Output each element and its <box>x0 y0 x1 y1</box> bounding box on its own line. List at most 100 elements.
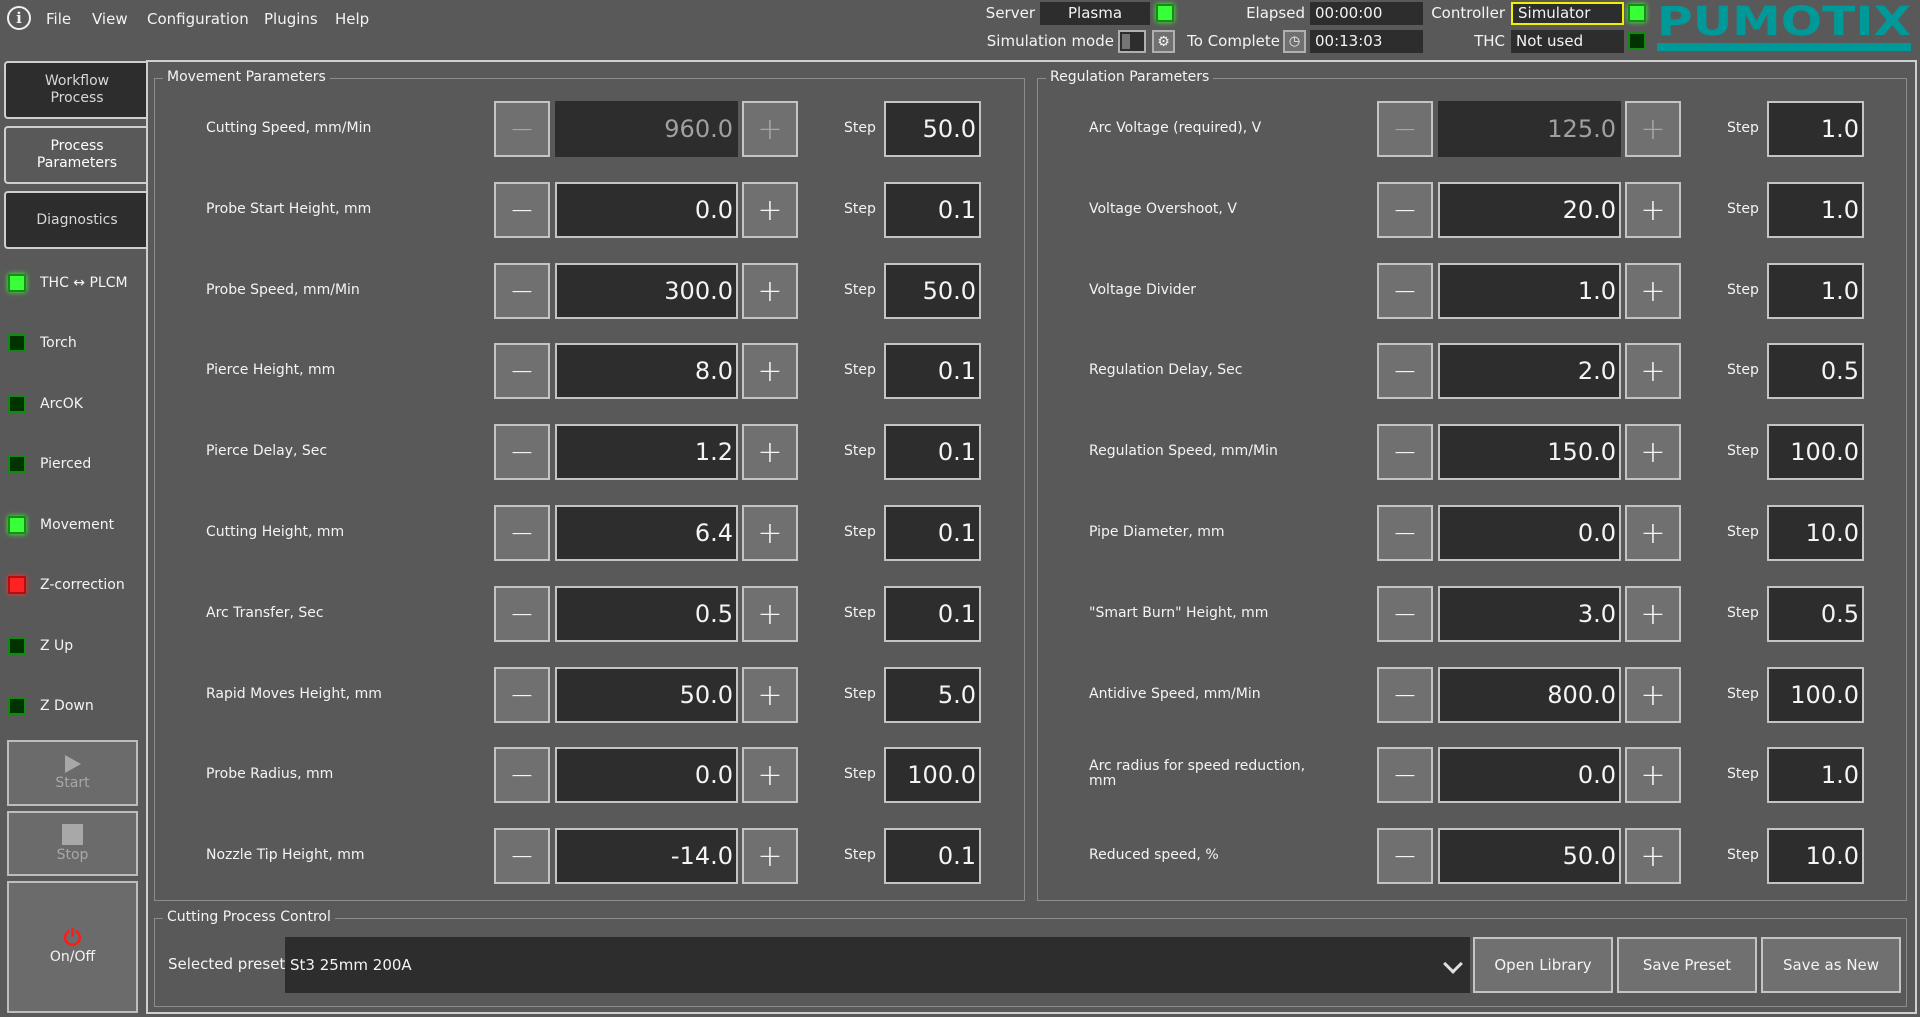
decrement-button[interactable]: − <box>494 424 550 480</box>
param-value-field[interactable]: 0.5 <box>555 586 738 642</box>
increment-button[interactable]: + <box>1625 101 1681 157</box>
param-value-field[interactable]: 0.0 <box>555 747 738 803</box>
menu-plugins[interactable]: Plugins <box>264 10 318 28</box>
param-value-field[interactable]: 800.0 <box>1438 667 1621 723</box>
param-value-field[interactable]: 3.0 <box>1438 586 1621 642</box>
param-value-field[interactable]: -14.0 <box>555 828 738 884</box>
param-value-field[interactable]: 2.0 <box>1438 343 1621 399</box>
increment-button[interactable]: + <box>1625 343 1681 399</box>
decrement-button[interactable]: − <box>1377 101 1433 157</box>
save-as-new-button[interactable]: Save as New <box>1761 937 1901 993</box>
increment-button[interactable]: + <box>1625 828 1681 884</box>
preset-dropdown[interactable]: St3 25mm 200A <box>285 937 1470 993</box>
param-value-field[interactable]: 50.0 <box>1438 828 1621 884</box>
param-value-field[interactable]: 1.0 <box>1438 263 1621 319</box>
decrement-button[interactable]: − <box>1377 424 1433 480</box>
open-library-button[interactable]: Open Library <box>1473 937 1613 993</box>
step-value-field[interactable]: 0.1 <box>884 424 981 480</box>
step-value-field[interactable]: 0.1 <box>884 828 981 884</box>
step-value-field[interactable]: 0.5 <box>1767 343 1864 399</box>
step-value-field[interactable]: 50.0 <box>884 263 981 319</box>
step-value-field[interactable]: 0.1 <box>884 343 981 399</box>
step-label: Step <box>1727 686 1759 702</box>
stop-button[interactable]: Stop <box>7 811 138 876</box>
increment-button[interactable]: + <box>1625 182 1681 238</box>
param-value-field[interactable]: 6.4 <box>555 505 738 561</box>
gear-icon[interactable]: ⚙ <box>1152 30 1175 53</box>
decrement-button[interactable]: − <box>1377 505 1433 561</box>
decrement-button[interactable]: − <box>494 343 550 399</box>
decrement-button[interactable]: − <box>1377 828 1433 884</box>
tab-workflow-process[interactable]: Workflow Process <box>4 61 148 119</box>
decrement-button[interactable]: − <box>1377 586 1433 642</box>
increment-button[interactable]: + <box>742 424 798 480</box>
step-value-field[interactable]: 1.0 <box>1767 263 1864 319</box>
increment-button[interactable]: + <box>1625 263 1681 319</box>
decrement-button[interactable]: − <box>494 828 550 884</box>
step-value-field[interactable]: 50.0 <box>884 101 981 157</box>
step-value-field[interactable]: 0.1 <box>884 505 981 561</box>
increment-button[interactable]: + <box>1625 667 1681 723</box>
decrement-button[interactable]: − <box>1377 263 1433 319</box>
simulation-mode-toggle[interactable] <box>1118 30 1146 53</box>
decrement-button[interactable]: − <box>1377 343 1433 399</box>
increment-button[interactable]: + <box>742 182 798 238</box>
increment-button[interactable]: + <box>742 263 798 319</box>
step-value-field[interactable]: 1.0 <box>1767 101 1864 157</box>
param-value-field[interactable]: 50.0 <box>555 667 738 723</box>
param-label: "Smart Burn" Height, mm <box>1089 605 1269 621</box>
step-label: Step <box>1727 766 1759 782</box>
decrement-button[interactable]: − <box>494 101 550 157</box>
decrement-button[interactable]: − <box>1377 667 1433 723</box>
decrement-button[interactable]: − <box>494 182 550 238</box>
param-value-field[interactable]: 20.0 <box>1438 182 1621 238</box>
increment-button[interactable]: + <box>742 586 798 642</box>
increment-button[interactable]: + <box>742 828 798 884</box>
step-value-field[interactable]: 10.0 <box>1767 828 1864 884</box>
step-value-field[interactable]: 0.1 <box>884 182 981 238</box>
increment-button[interactable]: + <box>1625 586 1681 642</box>
decrement-button[interactable]: − <box>1377 747 1433 803</box>
save-preset-button[interactable]: Save Preset <box>1617 937 1757 993</box>
increment-button[interactable]: + <box>742 667 798 723</box>
increment-button[interactable]: + <box>1625 747 1681 803</box>
decrement-button[interactable]: − <box>494 586 550 642</box>
increment-button[interactable]: + <box>1625 505 1681 561</box>
increment-button[interactable]: + <box>742 343 798 399</box>
decrement-button[interactable]: − <box>494 667 550 723</box>
param-value-field[interactable]: 0.0 <box>555 182 738 238</box>
decrement-button[interactable]: − <box>494 505 550 561</box>
controller-value[interactable]: Simulator <box>1511 2 1624 25</box>
menu-view[interactable]: View <box>92 10 128 28</box>
increment-button[interactable]: + <box>742 747 798 803</box>
increment-button[interactable]: + <box>1625 424 1681 480</box>
step-value-field[interactable]: 0.5 <box>1767 586 1864 642</box>
step-value-field[interactable]: 100.0 <box>884 747 981 803</box>
param-value-field[interactable]: 0.0 <box>1438 505 1621 561</box>
step-value-field[interactable]: 5.0 <box>884 667 981 723</box>
tab-diagnostics[interactable]: Diagnostics <box>4 191 148 249</box>
decrement-button[interactable]: − <box>494 263 550 319</box>
step-value-field[interactable]: 100.0 <box>1767 424 1864 480</box>
increment-button[interactable]: + <box>742 101 798 157</box>
tab-process-parameters[interactable]: Process Parameters <box>4 126 148 184</box>
param-value-field[interactable]: 8.0 <box>555 343 738 399</box>
start-button[interactable]: Start <box>7 740 138 806</box>
increment-button[interactable]: + <box>742 505 798 561</box>
step-value-field[interactable]: 0.1 <box>884 586 981 642</box>
info-icon[interactable]: i <box>7 6 31 30</box>
menu-configuration[interactable]: Configuration <box>147 10 249 28</box>
param-value-field[interactable]: 1.2 <box>555 424 738 480</box>
menu-file[interactable]: File <box>46 10 71 28</box>
decrement-button[interactable]: − <box>494 747 550 803</box>
step-value-field[interactable]: 1.0 <box>1767 747 1864 803</box>
param-value-field[interactable]: 300.0 <box>555 263 738 319</box>
decrement-button[interactable]: − <box>1377 182 1433 238</box>
param-value-field[interactable]: 150.0 <box>1438 424 1621 480</box>
on-off-button[interactable]: ⏻ On/Off <box>7 881 138 1013</box>
step-value-field[interactable]: 1.0 <box>1767 182 1864 238</box>
menu-help[interactable]: Help <box>335 10 369 28</box>
param-value-field[interactable]: 0.0 <box>1438 747 1621 803</box>
step-value-field[interactable]: 100.0 <box>1767 667 1864 723</box>
step-value-field[interactable]: 10.0 <box>1767 505 1864 561</box>
